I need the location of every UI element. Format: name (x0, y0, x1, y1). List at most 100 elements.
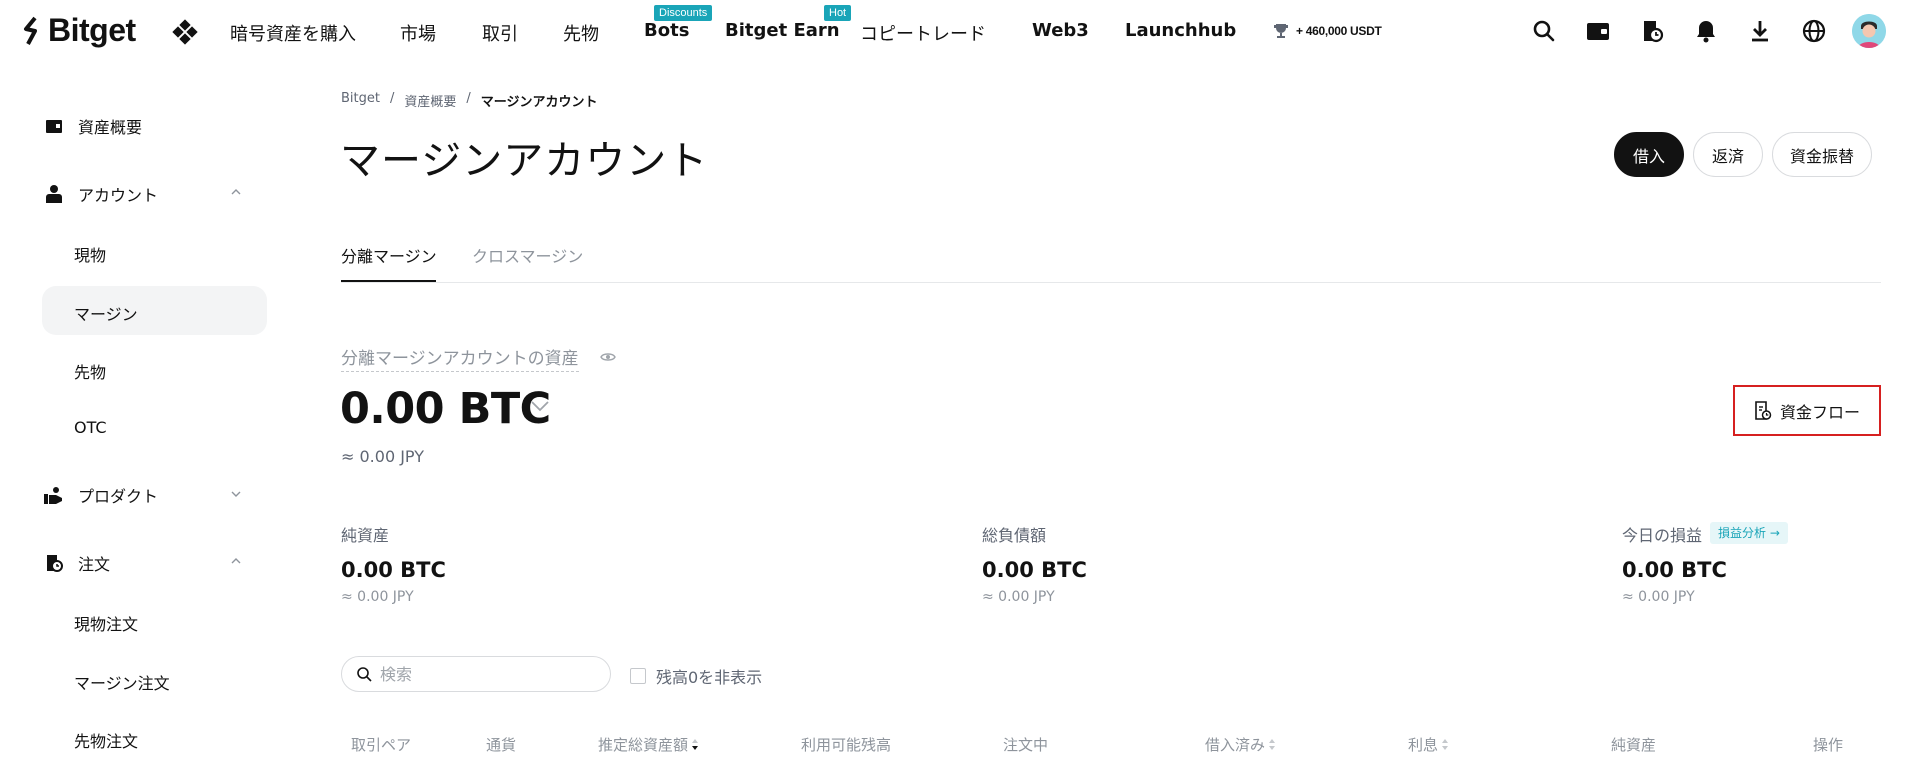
net-asset-fiat: ≈ 0.00 JPY (341, 589, 414, 605)
fund-flow-label: 資金フロー (1779, 404, 1860, 422)
fund-flow-button[interactable]: 資金フロー (1733, 385, 1881, 436)
nav-web3[interactable]: Web3 (1032, 20, 1089, 41)
orders-icon[interactable] (1639, 18, 1665, 44)
apps-grid-icon[interactable] (172, 19, 198, 45)
wallet-icon (44, 116, 64, 136)
chevron-up-icon[interactable] (230, 188, 242, 196)
bell-icon[interactable] (1693, 18, 1719, 44)
bitget-logo-icon (24, 16, 37, 45)
hide-zero-label: 残高0を非表示 (656, 668, 763, 687)
eye-icon[interactable] (600, 351, 616, 363)
bitget-logo[interactable]: Bitget (22, 12, 136, 49)
hide-zero-toggle[interactable]: 残高0を非表示 (630, 664, 762, 688)
wallet-icon[interactable] (1585, 18, 1611, 44)
column-header-actions: 操作 (1813, 734, 1843, 755)
sidebar-item-label: プロダクト (78, 487, 159, 506)
repay-button[interactable]: 返済 (1693, 132, 1763, 177)
breadcrumb: Bitget / 資産概要 / マージンアカウント (341, 91, 598, 110)
trophy-icon (1274, 24, 1288, 38)
sidebar-item-otc[interactable]: OTC (74, 418, 107, 437)
total-liability-fiat: ≈ 0.00 JPY (982, 589, 1055, 605)
sort-icon[interactable] (1269, 739, 1276, 750)
hide-zero-checkbox[interactable] (630, 668, 646, 684)
sidebar-item-margin-orders[interactable]: マージン注文 (74, 670, 170, 694)
promo-reward[interactable]: + 460,000 USDT (1272, 22, 1382, 40)
breadcrumb-separator: / (466, 91, 471, 106)
breadcrumb-separator: / (389, 91, 395, 106)
breadcrumb-home[interactable]: Bitget (341, 91, 380, 110)
brand-name: Bitget (48, 12, 136, 48)
search-icon[interactable] (1531, 18, 1557, 44)
hot-badge: Hot (824, 5, 852, 21)
net-asset-value: 0.00 BTC (341, 558, 446, 582)
column-header-interest[interactable]: 利息 (1408, 734, 1449, 755)
sort-icon[interactable] (692, 739, 699, 750)
borrow-button[interactable]: 借入 (1614, 132, 1684, 177)
nav-bitget-earn[interactable]: Bitget Earn (725, 20, 840, 41)
sidebar-item-orders[interactable]: 注文 (44, 551, 110, 575)
sidebar-item-spot[interactable]: 現物 (74, 242, 106, 266)
nav-futures[interactable]: 先物 (563, 20, 599, 46)
column-header-borrowed[interactable]: 借入済み (1205, 734, 1276, 755)
tab-isolated-margin[interactable]: 分離マージン (341, 243, 437, 267)
promo-text: + 460,000 USDT (1296, 24, 1382, 38)
column-header-label: 純資産 (1611, 736, 1657, 754)
sidebar-item-label: 注文 (78, 555, 111, 574)
sidebar-item-spot-orders[interactable]: 現物注文 (74, 611, 138, 635)
breadcrumb-overview[interactable]: 資産概要 (404, 91, 456, 110)
asset-section-label[interactable]: 分離マージンアカウントの資産 (341, 344, 579, 372)
avatar[interactable] (1852, 14, 1886, 48)
total-asset-amount: 0.00 BTC (340, 384, 551, 434)
column-header-label: 通貨 (486, 736, 517, 754)
chevron-down-icon[interactable] (230, 490, 242, 498)
tab-divider (341, 282, 1881, 283)
sidebar-item-margin[interactable]: マージン (74, 301, 138, 325)
sidebar-item-futures-orders[interactable]: 先物注文 (74, 728, 138, 752)
sidebar-item-overview[interactable]: 資産概要 (44, 114, 142, 138)
column-header-label: 利息 (1408, 736, 1439, 754)
discounts-badge: Discounts (654, 5, 713, 21)
nav-buy-crypto[interactable]: 暗号資産を購入 (230, 20, 356, 46)
nav-bots[interactable]: Bots (644, 20, 689, 41)
search-input[interactable] (380, 664, 600, 684)
page-title: マージンアカウント (340, 138, 709, 184)
total-asset-fiat: ≈ 0.00 JPY (341, 447, 424, 466)
column-header-estimated-total[interactable]: 推定総資産額 (598, 734, 699, 755)
breadcrumb-current: マージンアカウント (480, 95, 598, 110)
nav-launchhub[interactable]: Launchhub (1125, 20, 1236, 41)
top-navigation: Bitget 暗号資産を購入 市場 取引 先物 Bots Discounts B… (0, 0, 1917, 62)
download-icon[interactable] (1747, 18, 1773, 44)
sidebar-item-account[interactable]: アカウント (44, 182, 158, 206)
globe-icon[interactable] (1801, 18, 1827, 44)
column-header-label: 操作 (1813, 736, 1844, 754)
column-header-in-order: 注文中 (1003, 734, 1048, 755)
product-icon (44, 485, 64, 505)
column-header-pair: 取引ペア (351, 734, 411, 755)
orders-icon (44, 553, 64, 573)
column-header-available: 利用可能残高 (801, 734, 891, 755)
column-header-label: 利用可能残高 (801, 736, 892, 754)
column-header-net-asset: 純資産 (1611, 734, 1656, 755)
transfer-button[interactable]: 資金振替 (1772, 132, 1872, 177)
column-header-label: 借入済み (1205, 736, 1266, 754)
nav-trade[interactable]: 取引 (482, 20, 518, 46)
today-pnl-fiat: ≈ 0.00 JPY (1622, 589, 1695, 605)
nav-copy-trade[interactable]: コピートレード (860, 20, 986, 46)
search-box[interactable] (341, 656, 611, 692)
sidebar-item-futures[interactable]: 先物 (74, 359, 106, 383)
column-header-currency: 通貨 (486, 734, 516, 755)
sort-icon[interactable] (1442, 739, 1449, 750)
chevron-down-icon[interactable] (530, 400, 550, 412)
nav-markets[interactable]: 市場 (400, 20, 436, 46)
total-liability-value: 0.00 BTC (982, 558, 1087, 582)
column-header-label: 推定総資産額 (598, 736, 689, 754)
pnl-analysis-link[interactable]: 損益分析 → (1710, 522, 1788, 544)
document-clock-icon (1755, 400, 1772, 420)
chevron-up-icon[interactable] (230, 557, 242, 565)
sidebar-item-label: アカウント (78, 186, 159, 205)
sidebar-item-product[interactable]: プロダクト (44, 483, 158, 507)
today-pnl-value: 0.00 BTC (1622, 558, 1727, 582)
column-header-label: 取引ペア (351, 736, 412, 754)
today-pnl-label: 今日の損益 (1622, 526, 1703, 545)
tab-cross-margin[interactable]: クロスマージン (472, 243, 583, 267)
